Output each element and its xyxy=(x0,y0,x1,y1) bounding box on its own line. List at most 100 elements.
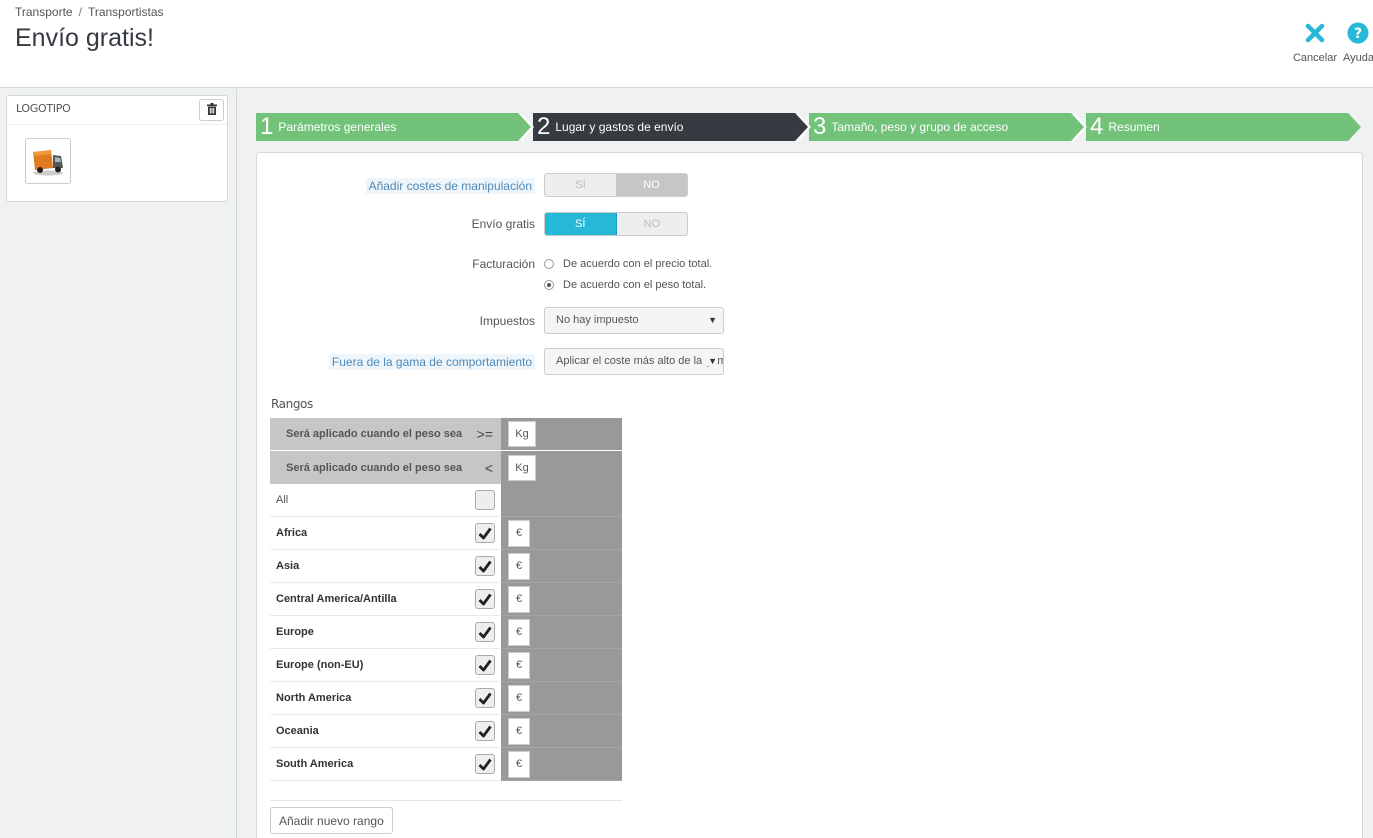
ranges-title: Rangos xyxy=(271,397,313,411)
checkmark-icon xyxy=(478,560,492,572)
zone-all-checkbox[interactable] xyxy=(475,490,495,510)
ranges-table: Será aplicado cuando el peso sea >= Kg S… xyxy=(270,418,622,801)
checkmark-icon xyxy=(478,626,492,638)
breadcrumb-transporte[interactable]: Transporte xyxy=(15,5,73,19)
zone-label: South America xyxy=(270,748,501,781)
handling-no-option[interactable]: NO xyxy=(616,174,687,196)
out-of-range-select-value: Aplicar el coste más alto de la gama def… xyxy=(556,355,723,367)
range-from-row: Será aplicado cuando el peso sea >= Kg xyxy=(270,418,622,451)
step-number: 1 xyxy=(260,113,274,140)
carrier-logo-image xyxy=(25,138,71,184)
range-to-input[interactable]: Kg xyxy=(508,454,536,481)
zone-row-all: All xyxy=(270,484,622,517)
checkmark-icon xyxy=(478,527,492,539)
range-from-text: Será aplicado cuando el peso sea xyxy=(286,428,463,440)
zone-checkbox[interactable] xyxy=(475,556,495,576)
help-label: Ayuda xyxy=(1343,52,1373,64)
delete-logo-button[interactable] xyxy=(199,99,224,121)
step-parametros-generales[interactable]: 1 Parámetros generales xyxy=(256,113,534,141)
cancel-button[interactable]: Cancelar xyxy=(1287,20,1343,64)
free-shipping-switch[interactable]: SÍ NO xyxy=(544,212,688,236)
zone-name: Asia xyxy=(276,560,300,572)
add-range-button[interactable]: Añadir nuevo rango xyxy=(270,807,393,834)
handling-yes-option[interactable]: SÍ xyxy=(545,174,616,196)
logo-panel: LOGOTIPO xyxy=(6,95,228,202)
step-number: 2 xyxy=(537,113,551,140)
billing-option-weight-label: De acuerdo con el peso total. xyxy=(563,279,707,291)
wizard-steps: 1 Parámetros generales 2 Lugar y gastos … xyxy=(256,113,1361,141)
zone-checkbox[interactable] xyxy=(475,622,495,642)
help-button[interactable]: ? Ayuda xyxy=(1343,20,1373,64)
out-of-range-select[interactable]: Aplicar el coste más alto de la gama def… xyxy=(544,348,724,375)
radio-button[interactable] xyxy=(544,280,554,290)
step-number: 4 xyxy=(1090,113,1104,140)
zone-price-input[interactable]: € xyxy=(508,651,530,679)
zone-checkbox[interactable] xyxy=(475,655,495,675)
help-icon: ? xyxy=(1343,20,1369,46)
zone-label: Europe xyxy=(270,616,501,649)
zone-row: Europe (non-EU) € xyxy=(270,649,622,682)
step-resumen[interactable]: 4 Resumen xyxy=(1086,113,1361,141)
zone-price-input[interactable]: € xyxy=(508,618,530,646)
zone-price-input[interactable]: € xyxy=(508,519,530,547)
step-tamano-peso[interactable]: 3 Tamaño, peso y grupo de acceso xyxy=(809,113,1087,141)
checkmark-icon xyxy=(478,758,492,770)
zone-checkbox[interactable] xyxy=(475,589,495,609)
range-from-input[interactable]: Kg xyxy=(508,421,536,447)
free-shipping-label: Envío gratis xyxy=(471,217,535,231)
step-lugar-y-gastos[interactable]: 2 Lugar y gastos de envío xyxy=(533,113,811,141)
zone-checkbox[interactable] xyxy=(475,688,495,708)
zone-name: North America xyxy=(276,692,352,704)
free-shipping-yes-option[interactable]: SÍ xyxy=(545,213,617,235)
page-header: Transporte / Transportistas Envío gratis! … xyxy=(0,0,1373,88)
zone-rows: Africa € Asia € Central America/Antilla € Euro… xyxy=(270,517,622,781)
checkmark-icon xyxy=(478,659,492,671)
zone-price-input[interactable]: € xyxy=(508,684,530,712)
breadcrumb-transportistas[interactable]: Transportistas xyxy=(88,5,164,19)
zone-price-input[interactable]: € xyxy=(508,585,530,613)
logo-panel-title: LOGOTIPO xyxy=(7,96,227,125)
table-footer-divider xyxy=(270,781,622,801)
zone-name: Africa xyxy=(276,527,308,539)
chevron-down-icon: ▼ xyxy=(708,315,717,325)
radio-button[interactable] xyxy=(544,259,554,269)
close-icon xyxy=(1305,20,1325,46)
zone-price-cell: € xyxy=(501,649,622,682)
zone-checkbox[interactable] xyxy=(475,721,495,741)
shipping-form-panel: Añadir costes de manipulación SÍ NO Enví… xyxy=(256,152,1363,838)
billing-option-weight[interactable]: De acuerdo con el peso total. xyxy=(544,279,706,291)
range-to-text: Será aplicado cuando el peso sea xyxy=(286,461,463,474)
zone-label: Africa xyxy=(270,517,501,550)
zone-name: Europe (non-EU) xyxy=(276,659,364,671)
range-to-operator: < xyxy=(484,459,493,476)
zone-all-text: All xyxy=(276,494,289,506)
truck-icon xyxy=(33,150,63,176)
out-of-range-label: Fuera de la gama de comportamiento xyxy=(328,354,535,370)
zone-all-cell xyxy=(501,484,622,517)
zone-label: North America xyxy=(270,682,501,715)
left-column: LOGOTIPO xyxy=(0,89,237,838)
zone-price-input[interactable]: € xyxy=(508,552,530,580)
free-shipping-no-option[interactable]: NO xyxy=(617,213,688,235)
step-number: 3 xyxy=(813,113,827,140)
zone-price-input[interactable]: € xyxy=(508,750,530,778)
zone-price-cell: € xyxy=(501,583,622,616)
zone-row: Europe € xyxy=(270,616,622,649)
svg-text:?: ? xyxy=(1354,26,1362,42)
zone-label: Asia xyxy=(270,550,501,583)
zone-price-input[interactable]: € xyxy=(508,717,530,745)
taxes-select-value: No hay impuesto xyxy=(556,314,639,326)
page-title: Envío gratis! xyxy=(15,24,154,52)
range-from-operator: >= xyxy=(476,426,493,442)
zone-label: Oceania xyxy=(270,715,501,748)
zone-checkbox[interactable] xyxy=(475,523,495,543)
billing-option-price[interactable]: De acuerdo con el precio total. xyxy=(544,258,712,270)
range-from-label: Será aplicado cuando el peso sea >= xyxy=(270,418,501,450)
zone-row: Africa € xyxy=(270,517,622,550)
handling-costs-switch[interactable]: SÍ NO xyxy=(544,173,688,197)
zone-checkbox[interactable] xyxy=(475,754,495,774)
taxes-select[interactable]: No hay impuesto ▼ xyxy=(544,307,724,334)
zone-name: South America xyxy=(276,758,354,770)
checkmark-icon xyxy=(478,593,492,605)
chevron-down-icon: ▼ xyxy=(705,356,717,366)
